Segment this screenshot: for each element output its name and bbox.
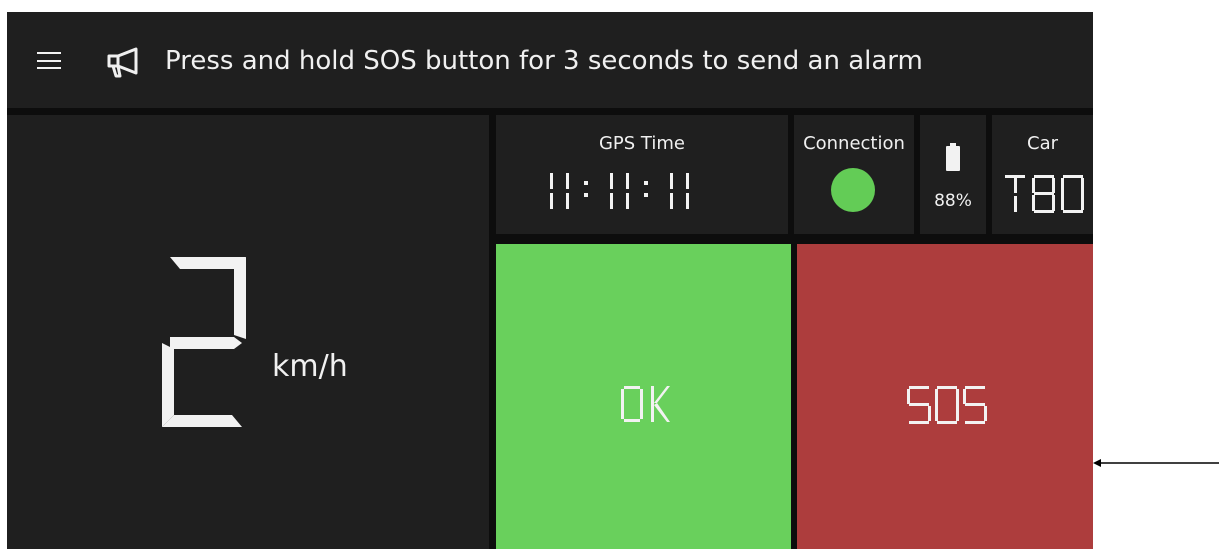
top-bar: Press and hold SOS button for 3 seconds … — [7, 12, 1093, 108]
car-cell: Car — [992, 115, 1093, 234]
menu-icon[interactable] — [37, 52, 61, 69]
ok-button-label — [621, 386, 670, 422]
gps-time-label: GPS Time — [598, 133, 685, 154]
speed-value — [162, 257, 246, 427]
sos-button-label — [907, 386, 987, 424]
speed-unit: km/h — [272, 349, 348, 384]
connection-label: Connection — [803, 133, 905, 154]
gps-time-cell: GPS Time — [496, 115, 788, 234]
dashboard-app: Press and hold SOS button for 3 seconds … — [7, 12, 1093, 549]
gps-time-value — [550, 173, 689, 209]
sos-button[interactable] — [797, 244, 1093, 549]
battery-percent: 88% — [934, 191, 972, 211]
arrow-left-icon — [1093, 459, 1219, 467]
connection-cell: Connection — [794, 115, 914, 234]
car-id-value — [1005, 175, 1084, 213]
ok-button[interactable] — [496, 244, 791, 549]
speed-panel: km/h — [7, 115, 489, 549]
sos-instruction-banner: Press and hold SOS button for 3 seconds … — [165, 46, 923, 76]
megaphone-icon — [107, 47, 138, 78]
connection-status-indicator[interactable] — [831, 168, 875, 212]
battery-cell: 88% — [920, 115, 986, 234]
battery-icon — [946, 143, 960, 171]
car-label: Car — [1027, 133, 1058, 154]
